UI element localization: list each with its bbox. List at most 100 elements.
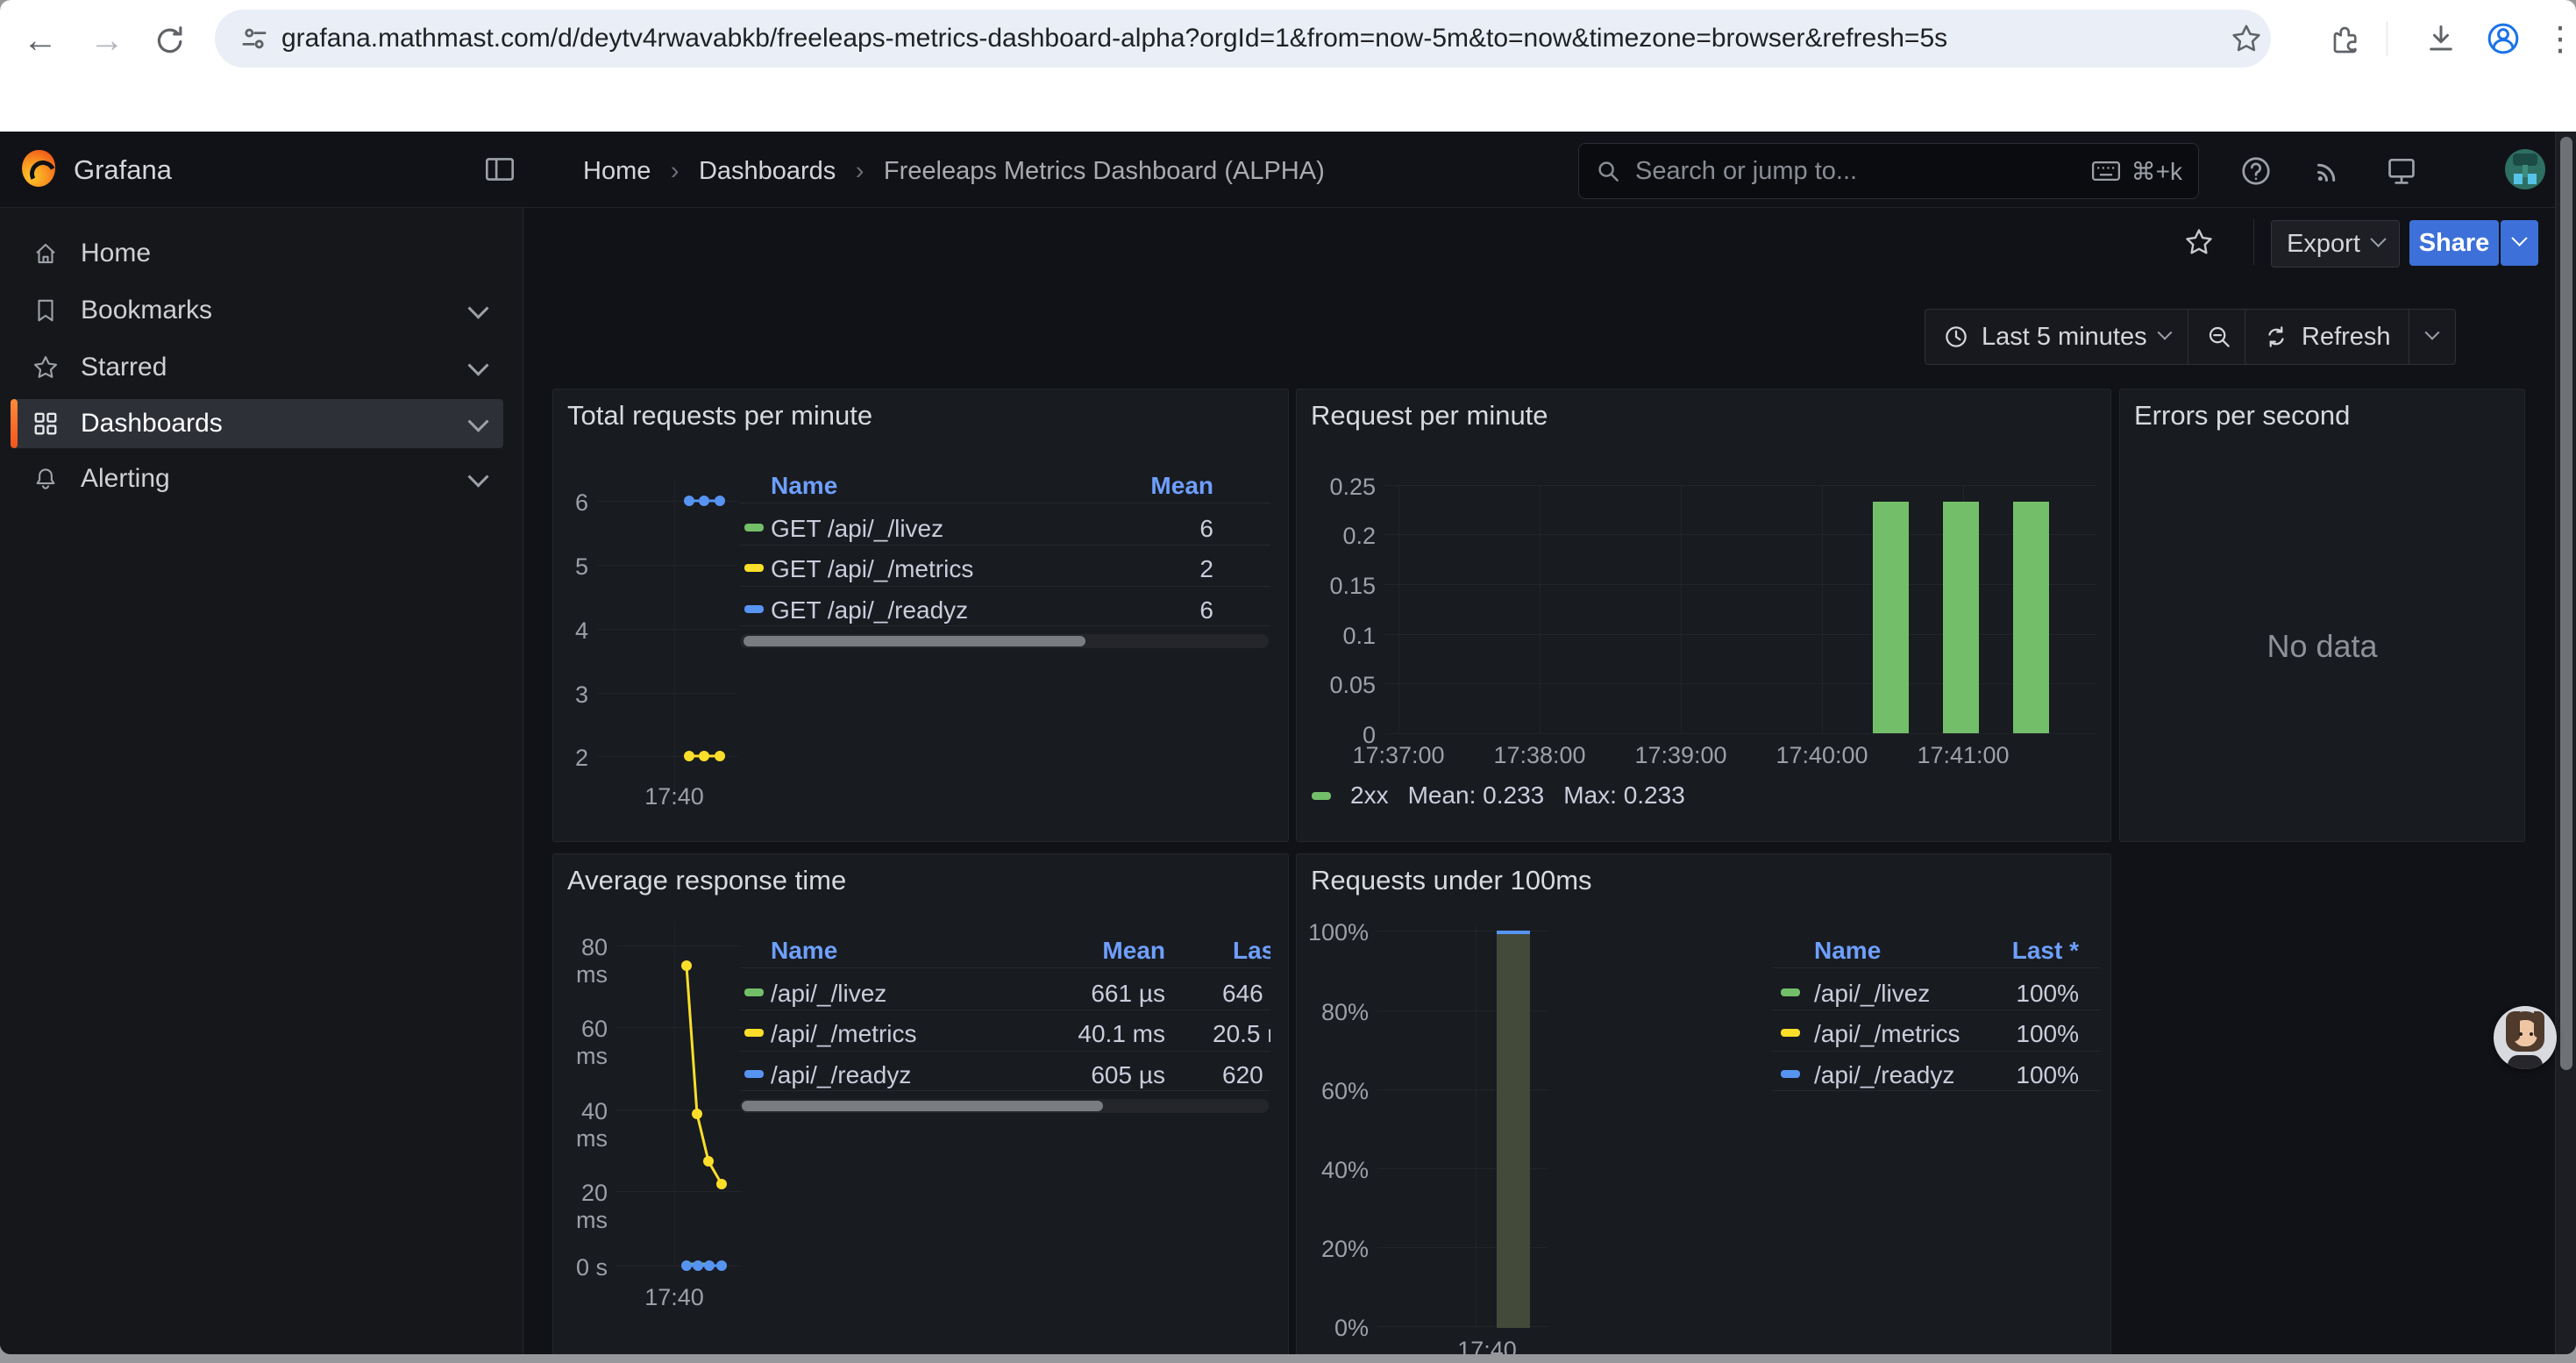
legend-separator — [740, 1051, 1270, 1052]
breadcrumb-dashboards[interactable]: Dashboards — [699, 157, 836, 185]
share-menu-button[interactable] — [2501, 220, 2538, 266]
legend-header-mean[interactable]: Mean — [1073, 472, 1213, 500]
grafana-logo-icon[interactable] — [22, 150, 55, 187]
search-bar[interactable]: ⌘+k — [1578, 143, 2199, 199]
chevron-down-icon[interactable] — [467, 410, 488, 432]
series-chip[interactable] — [1781, 1029, 1800, 1037]
menu-kebab-icon[interactable]: ⋮ — [2541, 19, 2576, 58]
x-tick: 17:40 — [639, 1284, 709, 1311]
chevron-down-icon[interactable] — [467, 466, 488, 487]
y-tick: 60% — [1297, 1078, 1369, 1105]
url-bar[interactable] — [215, 10, 2271, 68]
sidebar-item-alerting[interactable]: Alerting — [11, 454, 503, 503]
legend-row-name[interactable]: GET /api/_/livez — [771, 515, 943, 543]
download-icon[interactable] — [2422, 19, 2460, 58]
panel-title[interactable]: Errors per second — [2134, 400, 2350, 432]
panel-errors-per-second[interactable]: Errors per second No data — [2119, 389, 2525, 842]
legend-table: Name Mean Last * /api/_/livez 661 µs 646… — [740, 931, 1270, 1120]
series-chip[interactable] — [744, 564, 764, 572]
chevron-down-icon[interactable] — [467, 354, 488, 375]
refresh-interval-button[interactable] — [2409, 310, 2455, 364]
legend-row-last: 646 µs — [1222, 980, 1270, 1008]
legend-row-name[interactable]: /api/_/livez — [771, 980, 886, 1008]
legend-header-name[interactable]: Name — [771, 937, 837, 965]
refresh-button[interactable]: Refresh — [2245, 310, 2409, 364]
legend-row-name[interactable]: GET /api/_/metrics — [771, 555, 973, 583]
reload-icon[interactable] — [151, 21, 189, 60]
legend-table: Name Mean GET /api/_/livez 6 GET /api/_/… — [740, 467, 1270, 655]
legend-header-mean[interactable]: Mean — [1025, 937, 1165, 965]
export-button[interactable]: Export — [2271, 220, 2400, 268]
floating-assistant-avatar[interactable] — [2494, 1006, 2557, 1069]
panel-total-requests[interactable]: Total requests per minute 6 5 4 3 2 17:4… — [552, 389, 1289, 842]
avatar-bang-right — [2534, 1011, 2544, 1038]
favorite-star-icon[interactable] — [2183, 226, 2215, 258]
breadcrumb-separator: › — [671, 157, 680, 185]
series-chip[interactable] — [744, 988, 764, 996]
grafana-brand[interactable]: Grafana — [74, 154, 172, 186]
panel-request-per-minute[interactable]: Request per minute 0.25 0.2 0.15 0.1 0.0… — [1296, 389, 2111, 842]
bar-2xx — [1943, 502, 1979, 733]
profile-icon[interactable] — [2484, 19, 2523, 58]
chevron-down-icon[interactable] — [467, 297, 488, 318]
zoom-out-button[interactable] — [2188, 310, 2250, 364]
search-shortcut: ⌘+k — [2131, 157, 2182, 186]
share-button[interactable]: Share — [2409, 220, 2499, 266]
series-chip[interactable] — [744, 605, 764, 613]
site-settings-icon[interactable] — [239, 24, 269, 54]
gridline — [1384, 584, 2096, 585]
legend-header-last[interactable]: Last * — [1233, 937, 1270, 965]
series-chip[interactable] — [1781, 988, 1800, 996]
legend-scrollbar[interactable] — [740, 1099, 1269, 1113]
series-chip[interactable] — [744, 1029, 764, 1037]
avatar-eye — [2519, 1032, 2523, 1036]
url-input[interactable] — [281, 24, 2271, 54]
news-rss-icon[interactable] — [2311, 154, 2345, 188]
legend-row-name[interactable]: /api/_/readyz — [1814, 1061, 1954, 1089]
bookmark-icon — [32, 296, 60, 325]
legend-header-last[interactable]: Last * — [1939, 937, 2079, 965]
legend-scrollbar[interactable] — [740, 634, 1269, 648]
panel-title[interactable]: Request per minute — [1311, 400, 1548, 432]
bookmark-star-icon[interactable] — [2227, 19, 2266, 58]
series-chip[interactable] — [1312, 792, 1331, 800]
sidebar-item-bookmarks[interactable]: Bookmarks — [11, 286, 503, 335]
collapse-sidebar-icon[interactable] — [484, 156, 516, 182]
sidebar-item-dashboards[interactable]: Dashboards — [11, 399, 503, 448]
series-chip[interactable] — [1781, 1070, 1800, 1078]
legend-row-name[interactable]: /api/_/readyz — [771, 1061, 911, 1089]
sidebar-item-label: Starred — [81, 353, 167, 382]
legend-inline: 2xx Mean: 0.233 Max: 0.233 — [1312, 781, 1685, 810]
legend-header-name[interactable]: Name — [771, 472, 837, 500]
panel-requests-under-100ms[interactable]: Requests under 100ms 100% 80% 60% 40% 20… — [1296, 853, 2111, 1354]
legend-row-name[interactable]: /api/_/metrics — [771, 1020, 917, 1048]
panel-avg-response-time[interactable]: Average response time 80 ms 60 ms 40 ms … — [552, 853, 1289, 1354]
extensions-icon[interactable] — [2326, 19, 2365, 58]
forward-icon[interactable]: → — [88, 21, 126, 60]
search-input[interactable] — [1633, 156, 2091, 187]
series-chip[interactable] — [744, 524, 764, 532]
legend-row-name[interactable]: /api/_/livez — [1814, 980, 1930, 1008]
time-range-picker[interactable]: Last 5 minutes — [1925, 310, 2188, 364]
gridline — [1476, 926, 1477, 1326]
breadcrumb-home[interactable]: Home — [583, 157, 651, 185]
user-avatar[interactable] — [2505, 149, 2545, 189]
legend-scrollbar-thumb[interactable] — [742, 1101, 1103, 1111]
back-icon[interactable]: ← — [21, 21, 60, 60]
legend-scrollbar-thumb[interactable] — [744, 636, 1085, 646]
panel-title[interactable]: Requests under 100ms — [1311, 865, 1592, 896]
series-chip[interactable] — [744, 1070, 764, 1078]
monitor-icon[interactable] — [2385, 154, 2418, 188]
help-icon[interactable] — [2239, 154, 2273, 188]
sidebar-item-home[interactable]: Home — [11, 229, 503, 278]
legend-row-last: 20.5 ms — [1213, 1020, 1270, 1048]
legend-header-name[interactable]: Name — [1814, 937, 1881, 965]
legend-series-name[interactable]: 2xx — [1350, 781, 1389, 810]
page-scrollbar[interactable] — [2555, 132, 2576, 1354]
sidebar-item-starred[interactable]: Starred — [11, 343, 503, 392]
page-scrollbar-thumb[interactable] — [2560, 137, 2572, 1070]
legend-row-name[interactable]: GET /api/_/readyz — [771, 596, 968, 624]
bookmarks-bar: Freeleaps 收藏博客 — [0, 79, 2576, 132]
avatar-eye — [2530, 1032, 2533, 1036]
home-icon — [32, 239, 60, 268]
